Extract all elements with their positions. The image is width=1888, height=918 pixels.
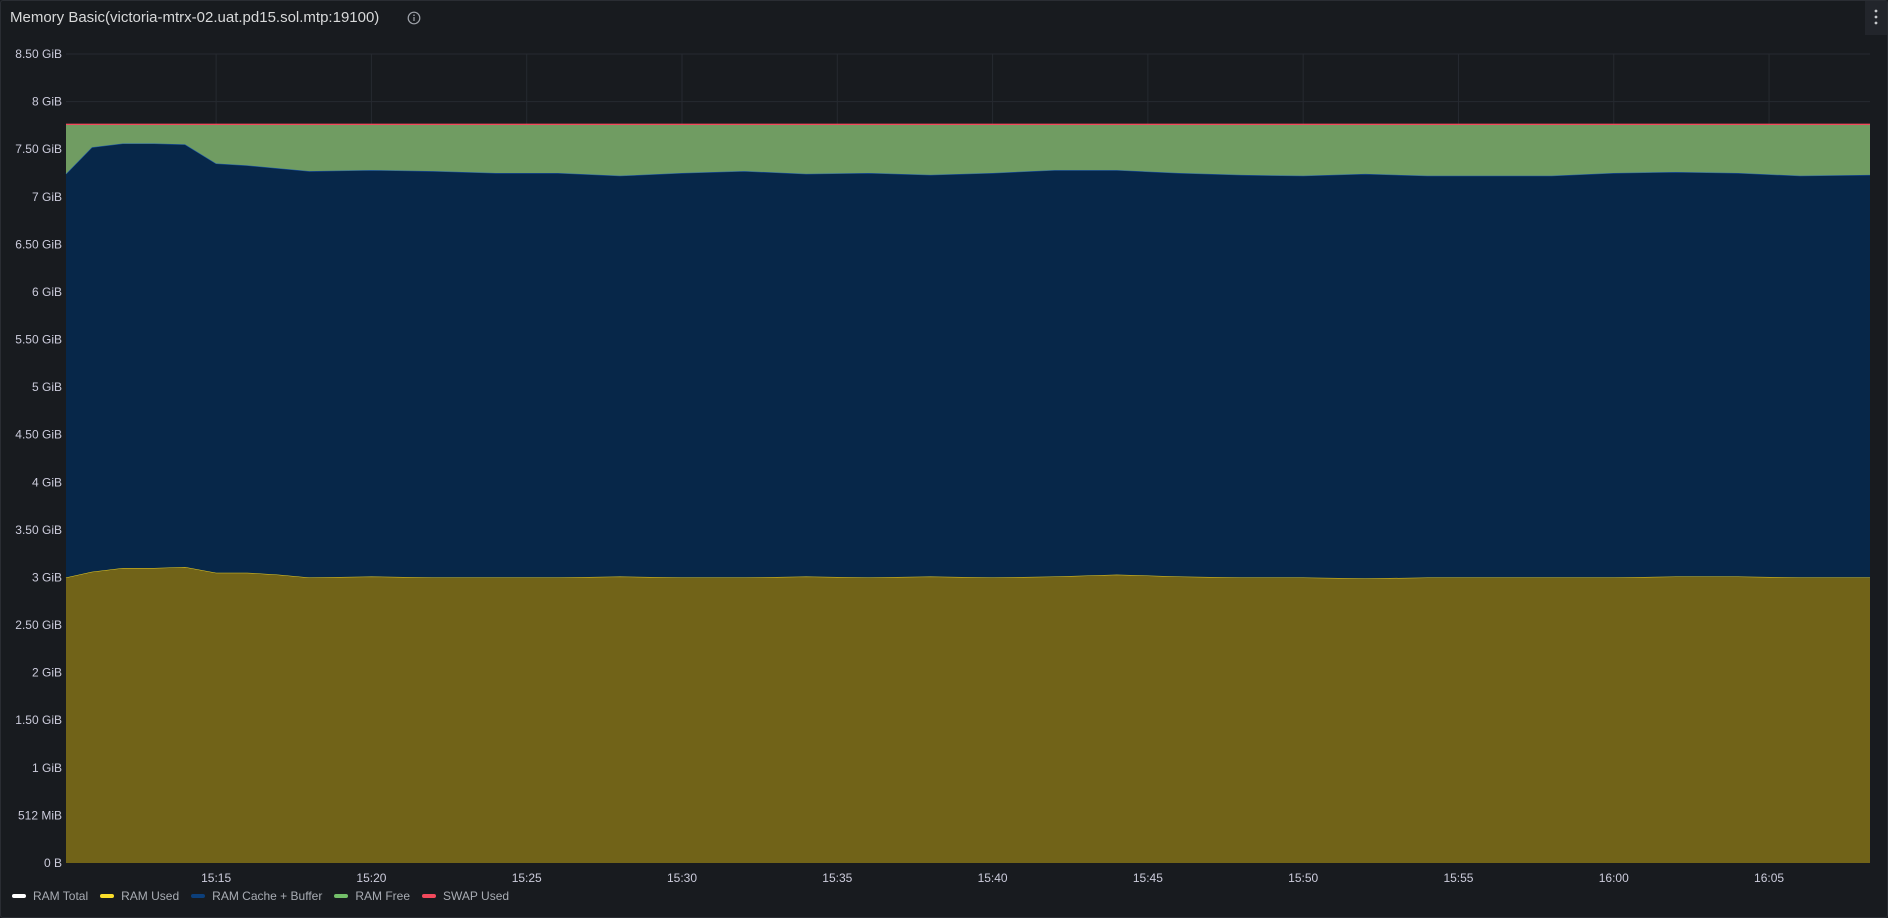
- x-tick-label: 16:00: [1599, 871, 1629, 885]
- y-tick-label: 4.50 GiB: [15, 428, 62, 442]
- ram-cache-buffer-area: [66, 143, 1870, 579]
- x-tick-label: 15:35: [822, 871, 852, 885]
- x-tick-label: 15:50: [1288, 871, 1318, 885]
- y-tick-label: 5 GiB: [32, 380, 62, 394]
- legend-item-ram-cache-buffer[interactable]: RAM Cache + Buffer: [191, 889, 322, 903]
- legend-label: SWAP Used: [443, 889, 510, 903]
- legend-item-swap-used[interactable]: SWAP Used: [422, 889, 509, 903]
- legend-label: RAM Total: [33, 889, 89, 903]
- x-tick-label: 15:25: [512, 871, 542, 885]
- x-tick-label: 15:55: [1443, 871, 1473, 885]
- y-tick-label: 2.50 GiB: [15, 618, 62, 632]
- legend-label: RAM Free: [355, 889, 411, 903]
- y-tick-label: 7.50 GiB: [15, 142, 62, 156]
- y-tick-label: 6 GiB: [32, 285, 62, 299]
- y-tick-label: 3.50 GiB: [15, 523, 62, 537]
- y-tick-label: 1 GiB: [32, 761, 62, 775]
- x-tick-label: 16:05: [1754, 871, 1784, 885]
- x-tick-label: 15:15: [201, 871, 231, 885]
- legend-swatch: [191, 894, 206, 898]
- legend-label: RAM Used: [121, 889, 180, 903]
- x-tick-label: 15:30: [667, 871, 697, 885]
- legend-label: RAM Cache + Buffer: [212, 889, 323, 903]
- legend-swatch: [12, 894, 26, 898]
- memory-chart[interactable]: 0 B 512 MiB 1 GiB 1.50 GiB 2 GiB 2.50 GiB 3 Gi…: [0, 0, 1888, 918]
- x-tick-label: 15:40: [978, 871, 1008, 885]
- y-tick-label: 6.50 GiB: [15, 237, 62, 251]
- chart-legend: RAM Total RAM Used RAM Cache + Buffer RAM F…: [12, 889, 521, 903]
- y-tick-label: 8 GiB: [32, 95, 62, 109]
- y-tick-label: 3 GiB: [32, 570, 62, 584]
- y-tick-label: 2 GiB: [32, 666, 62, 680]
- x-tick-label: 15:45: [1133, 871, 1163, 885]
- y-tick-label: 512 MiB: [18, 808, 62, 822]
- ram-used-area: [66, 567, 1870, 863]
- legend-swatch: [334, 894, 349, 898]
- y-tick-label: 0 B: [44, 856, 62, 870]
- legend-item-ram-used[interactable]: RAM Used: [100, 889, 179, 903]
- ram-free-area: [66, 124, 1870, 176]
- y-tick-label: 5.50 GiB: [15, 333, 62, 347]
- legend-swatch: [422, 894, 437, 898]
- y-tick-label: 4 GiB: [32, 475, 62, 489]
- legend-item-ram-free[interactable]: RAM Free: [334, 889, 410, 903]
- legend-item-ram-total[interactable]: RAM Total: [12, 889, 88, 903]
- y-tick-label: 7 GiB: [32, 190, 62, 204]
- x-tick-label: 15:20: [356, 871, 386, 885]
- legend-swatch: [100, 894, 115, 898]
- y-tick-label: 1.50 GiB: [15, 713, 62, 727]
- y-tick-label: 8.50 GiB: [15, 47, 62, 61]
